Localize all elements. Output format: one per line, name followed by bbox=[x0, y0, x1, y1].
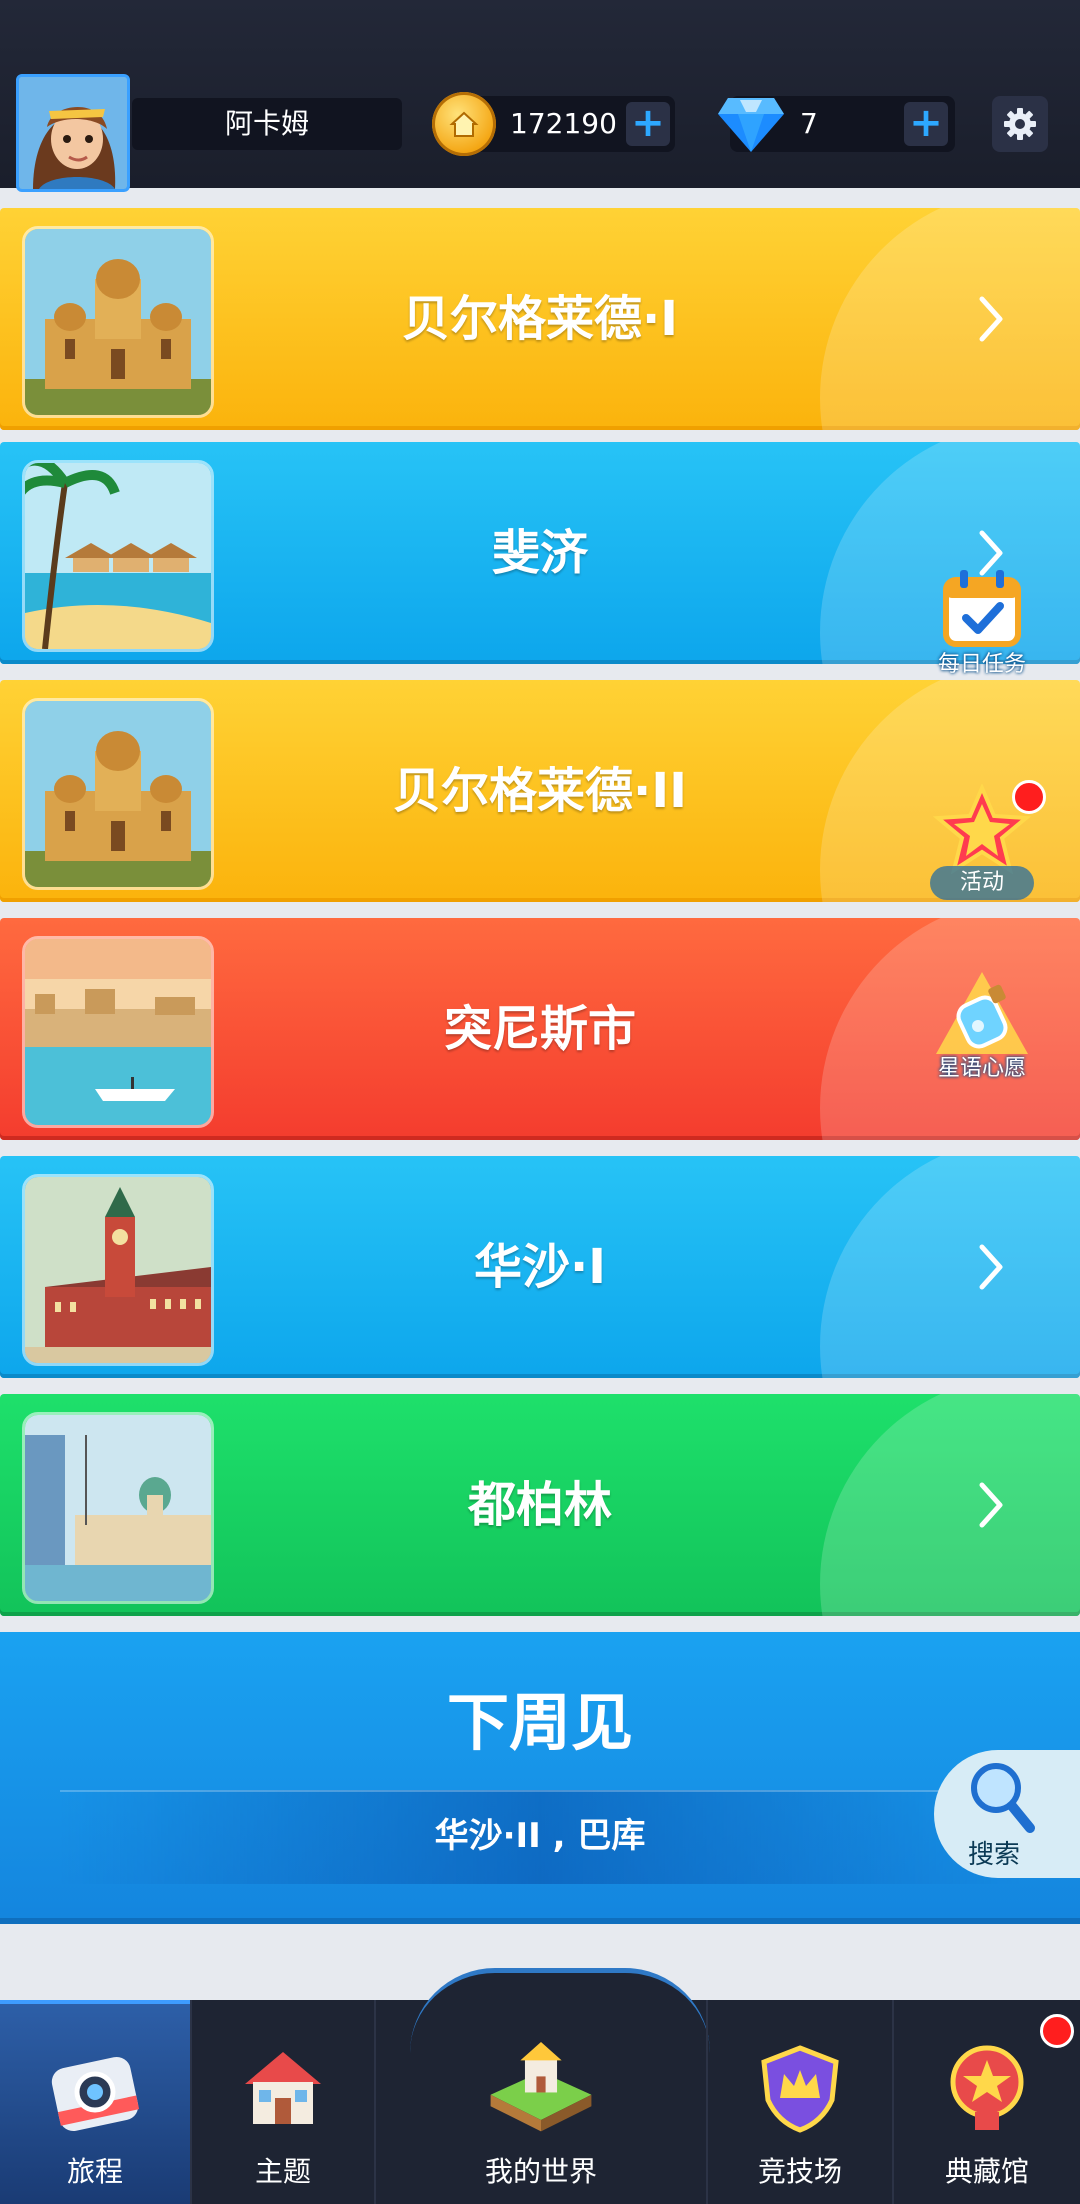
add-gems-button[interactable]: + bbox=[904, 102, 948, 146]
gem-amount: 7 bbox=[800, 107, 818, 140]
nav-label: 竞技场 bbox=[757, 2155, 842, 2188]
camera-icon bbox=[51, 2056, 140, 2132]
city-name: 华沙·I bbox=[473, 1239, 607, 1295]
coin-amount: 172190 bbox=[510, 107, 617, 140]
daily-tasks-button[interactable]: 每日任务 bbox=[922, 566, 1042, 686]
fiji-beach-image bbox=[22, 460, 214, 652]
wish-bottle-icon bbox=[936, 972, 1028, 1054]
player-name: 阿卡姆 bbox=[132, 98, 402, 150]
nav-label: 旅程 bbox=[66, 2155, 123, 2188]
belgrade-cathedral-image bbox=[22, 226, 214, 418]
star-medal-icon bbox=[950, 2045, 1024, 2130]
chevron-right-icon bbox=[979, 296, 1003, 342]
dublin-customs-house-image bbox=[22, 1412, 214, 1604]
next-week-panel: 下周见 华沙·II , 巴库 bbox=[0, 1632, 1080, 1924]
nav-tab-themes[interactable]: 主题 bbox=[190, 2000, 374, 2204]
nav-label: 我的世界 bbox=[484, 2155, 597, 2188]
city-name: 都柏林 bbox=[467, 1477, 612, 1533]
tunis-harbor-image bbox=[22, 936, 214, 1128]
wishes-label: 星语心愿 bbox=[937, 1056, 1026, 1081]
events-button[interactable]: 活动 bbox=[922, 780, 1046, 904]
avatar-portrait bbox=[19, 77, 127, 189]
add-coins-button[interactable]: + bbox=[626, 102, 670, 146]
nav-tab-arena[interactable]: 竞技场 bbox=[706, 2000, 892, 2204]
top-bar bbox=[0, 0, 1080, 188]
notification-dot bbox=[1012, 780, 1046, 814]
diamond-icon bbox=[718, 98, 784, 152]
city-card-fiji[interactable]: 斐济 bbox=[0, 442, 1080, 664]
city-card-tunis[interactable]: 突尼斯市 bbox=[0, 918, 1080, 1140]
city-card-belgrade-1[interactable]: 贝尔格莱德·I bbox=[0, 208, 1080, 430]
search-icon bbox=[971, 1763, 1035, 1833]
player-avatar[interactable] bbox=[16, 74, 130, 192]
wishes-button[interactable]: 星语心愿 bbox=[922, 970, 1042, 1090]
search-label: 搜索 bbox=[967, 1840, 1020, 1870]
chevron-right-icon bbox=[979, 1244, 1003, 1290]
search-button[interactable]: 搜索 bbox=[934, 1750, 1080, 1878]
nav-tab-journey[interactable]: 旅程 bbox=[0, 2000, 190, 2204]
city-card-dublin[interactable]: 都柏林 bbox=[0, 1394, 1080, 1616]
nav-label: 主题 bbox=[254, 2155, 311, 2188]
daily-tasks-label: 每日任务 bbox=[937, 652, 1026, 677]
next-week-title: 下周见 bbox=[446, 1686, 633, 1759]
settings-button[interactable] bbox=[992, 96, 1048, 152]
nav-tab-my-world[interactable]: 我的世界 bbox=[374, 2000, 706, 2204]
next-week-cities: 华沙·II , 巴库 bbox=[434, 1816, 646, 1856]
events-label: 活动 bbox=[930, 866, 1034, 900]
city-name: 突尼斯市 bbox=[443, 1001, 636, 1057]
island-icon bbox=[490, 2042, 592, 2132]
house-icon bbox=[245, 2052, 321, 2124]
notification-dot bbox=[1040, 2014, 1074, 2048]
city-name: 斐济 bbox=[491, 525, 588, 581]
city-name: 贝尔格莱德·II bbox=[393, 763, 687, 819]
belgrade-cathedral-image bbox=[22, 698, 214, 890]
calendar-check-icon bbox=[943, 570, 1021, 647]
city-card-belgrade-2[interactable]: 贝尔格莱德·II bbox=[0, 680, 1080, 902]
city-name: 贝尔格莱德·I bbox=[401, 291, 679, 347]
crown-shield-icon bbox=[761, 2045, 839, 2133]
coin-icon bbox=[432, 92, 496, 156]
warsaw-castle-image bbox=[22, 1174, 214, 1366]
nav-tab-collection[interactable]: 典藏馆 bbox=[892, 2000, 1080, 2204]
nav-label: 典藏馆 bbox=[944, 2155, 1029, 2188]
gear-icon bbox=[1004, 108, 1036, 140]
chevron-right-icon bbox=[979, 1482, 1003, 1528]
city-card-warsaw-1[interactable]: 华沙·I bbox=[0, 1156, 1080, 1378]
